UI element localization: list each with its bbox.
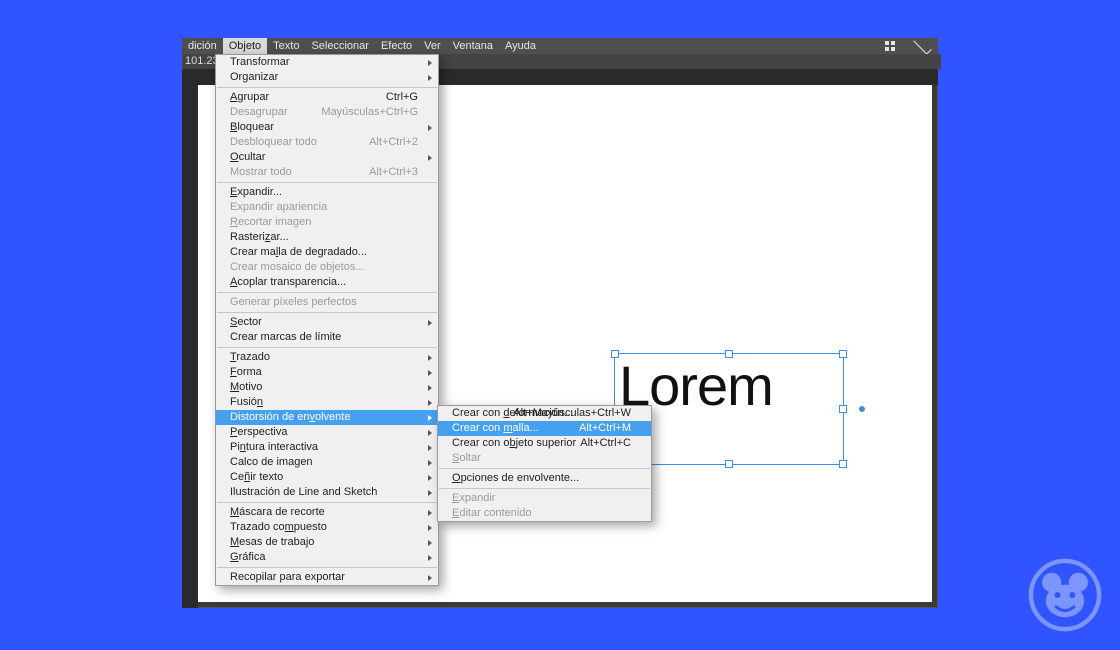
anchor-point[interactable] bbox=[859, 406, 865, 412]
menu-efecto[interactable]: Efecto bbox=[375, 38, 418, 54]
monkey-logo-icon bbox=[1028, 558, 1102, 632]
envolvente-item-2-1: Editar contenido bbox=[438, 506, 651, 521]
objeto-item-6-2[interactable]: Mesas de trabajo bbox=[216, 535, 438, 550]
objeto-item-5-4[interactable]: Distorsión de envolvente bbox=[216, 410, 438, 425]
ruler-vertical bbox=[182, 69, 198, 608]
app-window: diciónObjetoTextoSeleccionarEfectoVerVen… bbox=[182, 38, 938, 608]
menu-dición[interactable]: dición bbox=[182, 38, 223, 54]
objeto-item-5-7[interactable]: Calco de imagen bbox=[216, 455, 438, 470]
objeto-item-6-1[interactable]: Trazado compuesto bbox=[216, 520, 438, 535]
objeto-item-5-5[interactable]: Perspectiva bbox=[216, 425, 438, 440]
objeto-item-5-8[interactable]: Ceñir texto bbox=[216, 470, 438, 485]
handle-s[interactable] bbox=[725, 460, 733, 468]
objeto-item-1-4[interactable]: Ocultar bbox=[216, 150, 438, 165]
envolvente-item-0-0[interactable]: Crear con deformación...Alt+Mayúsculas+C… bbox=[438, 406, 651, 421]
objeto-item-6-3[interactable]: Gráfica bbox=[216, 550, 438, 565]
envolvente-item-0-2[interactable]: Crear con objeto superiorAlt+Ctrl+C bbox=[438, 436, 651, 451]
handle-se[interactable] bbox=[839, 460, 847, 468]
menu-texto[interactable]: Texto bbox=[267, 38, 305, 54]
ribbon-readout: 101.23 bbox=[185, 55, 219, 67]
objeto-item-5-0[interactable]: Trazado bbox=[216, 350, 438, 365]
objeto-item-1-3: Desbloquear todoAlt+Ctrl+2 bbox=[216, 135, 438, 150]
objeto-item-2-6[interactable]: Acoplar transparencia... bbox=[216, 275, 438, 290]
objeto-item-1-5: Mostrar todoAlt+Ctrl+3 bbox=[216, 165, 438, 180]
objeto-item-1-0[interactable]: AgruparCtrl+G bbox=[216, 90, 438, 105]
menu-seleccionar[interactable]: Seleccionar bbox=[305, 38, 374, 54]
menu-objeto[interactable]: Objeto bbox=[223, 38, 267, 54]
objeto-item-2-4[interactable]: Crear malla de degradado... bbox=[216, 245, 438, 260]
distorsion-envolvente-submenu[interactable]: Crear con deformación...Alt+Mayúsculas+C… bbox=[437, 405, 652, 522]
objeto-item-2-5: Crear mosaico de objetos... bbox=[216, 260, 438, 275]
menubar: diciónObjetoTextoSeleccionarEfectoVerVen… bbox=[182, 38, 938, 54]
envolvente-item-0-3: Soltar bbox=[438, 451, 651, 466]
objeto-item-4-0[interactable]: Sector bbox=[216, 315, 438, 330]
menu-ventana[interactable]: Ventana bbox=[447, 38, 499, 54]
menu-ayuda[interactable]: Ayuda bbox=[499, 38, 542, 54]
objeto-item-2-2: Recortar imagen bbox=[216, 215, 438, 230]
objeto-item-2-0[interactable]: Expandir... bbox=[216, 185, 438, 200]
objeto-item-0-1[interactable]: Organizar bbox=[216, 70, 438, 85]
objeto-item-1-1: DesagruparMayúsculas+Ctrl+G bbox=[216, 105, 438, 120]
objeto-item-5-1[interactable]: Forma bbox=[216, 365, 438, 380]
objeto-item-5-9[interactable]: Ilustración de Line and Sketch bbox=[216, 485, 438, 500]
objeto-item-7-0[interactable]: Recopilar para exportar bbox=[216, 570, 438, 585]
handle-ne[interactable] bbox=[839, 350, 847, 358]
objeto-item-2-1: Expandir apariencia bbox=[216, 200, 438, 215]
handle-nw[interactable] bbox=[611, 350, 619, 358]
handle-e[interactable] bbox=[839, 405, 847, 413]
objeto-item-3-0: Generar píxeles perfectos bbox=[216, 295, 438, 310]
envolvente-item-2-0: Expandir bbox=[438, 491, 651, 506]
handle-n[interactable] bbox=[725, 350, 733, 358]
objeto-item-0-0[interactable]: Transformar bbox=[216, 55, 438, 70]
envolvente-item-0-1[interactable]: Crear con malla...Alt+Ctrl+M bbox=[438, 421, 651, 436]
objeto-item-1-2[interactable]: Bloquear bbox=[216, 120, 438, 135]
envolvente-item-1-0[interactable]: Opciones de envolvente... bbox=[438, 471, 651, 486]
menu-ver[interactable]: Ver bbox=[418, 38, 447, 54]
objeto-item-6-0[interactable]: Máscara de recorte bbox=[216, 505, 438, 520]
objeto-menu[interactable]: TransformarOrganizar AgruparCtrl+GDesagru… bbox=[215, 54, 439, 586]
objeto-item-4-1[interactable]: Crear marcas de límite bbox=[216, 330, 438, 345]
objeto-item-5-3[interactable]: Fusión bbox=[216, 395, 438, 410]
layout-grid-icon[interactable] bbox=[885, 41, 907, 51]
menubar-right bbox=[885, 41, 938, 51]
objeto-item-5-6[interactable]: Pintura interactiva bbox=[216, 440, 438, 455]
objeto-item-5-2[interactable]: Motivo bbox=[216, 380, 438, 395]
objeto-item-2-3[interactable]: Rasterizar... bbox=[216, 230, 438, 245]
chevron-down-icon[interactable] bbox=[913, 36, 931, 54]
